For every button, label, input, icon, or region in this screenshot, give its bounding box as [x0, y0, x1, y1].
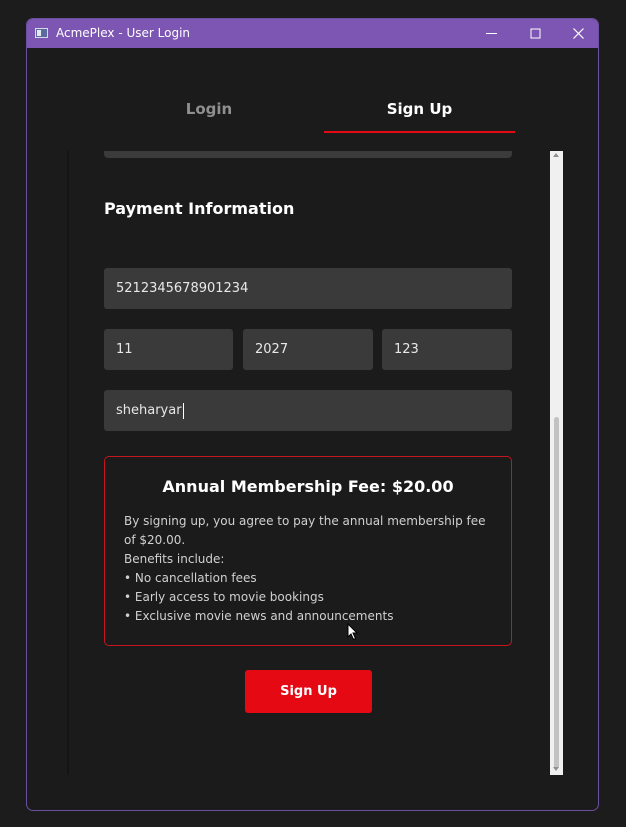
minimize-button[interactable]	[470, 19, 514, 48]
minimize-icon	[486, 33, 497, 34]
fee-description: By signing up, you agree to pay the annu…	[124, 512, 499, 626]
scrollbar-thumb[interactable]	[554, 417, 559, 769]
title-bar[interactable]: AcmePlex - User Login	[27, 19, 598, 48]
fee-title: Annual Membership Fee: $20.00	[162, 477, 454, 496]
fee-line: • Exclusive movie news and announcements	[124, 609, 394, 623]
fee-line: By signing up, you agree to pay the annu…	[124, 514, 486, 547]
expiry-year-field[interactable]: 2027	[243, 329, 373, 370]
window-title: AcmePlex - User Login	[56, 26, 191, 40]
payment-section-title: Payment Information	[104, 199, 295, 218]
membership-fee-box: Annual Membership Fee: $20.00 By signing…	[104, 456, 512, 646]
maximize-button[interactable]	[514, 19, 558, 48]
cardholder-name-value: sheharyar	[116, 403, 182, 418]
tab-bar: Login Sign Up	[27, 87, 598, 133]
previous-field-edge	[104, 151, 512, 158]
fee-line: Benefits include:	[124, 552, 225, 566]
scroll-down-icon[interactable]	[553, 767, 559, 771]
fee-line: • Early access to movie bookings	[124, 590, 324, 604]
cardholder-name-field[interactable]: sheharyar	[104, 390, 512, 431]
card-number-field[interactable]: 5212345678901234	[104, 268, 512, 309]
mouse-cursor-icon	[347, 623, 359, 641]
tab-login[interactable]: Login	[115, 87, 303, 133]
panel-edge	[67, 151, 69, 775]
tab-signup[interactable]: Sign Up	[324, 87, 515, 133]
app-icon	[35, 28, 48, 38]
signup-form-panel: Payment Information 5212345678901234 11 …	[67, 151, 564, 775]
sign-up-button[interactable]: Sign Up	[245, 670, 372, 713]
maximize-icon	[530, 28, 541, 39]
expiry-month-field[interactable]: 11	[104, 329, 233, 370]
cvv-field[interactable]: 123	[382, 329, 512, 370]
close-button[interactable]	[557, 19, 598, 48]
scroll-up-icon[interactable]	[553, 153, 559, 157]
close-icon	[573, 28, 584, 39]
fee-line: • No cancellation fees	[124, 571, 257, 585]
text-caret	[182, 402, 184, 419]
app-window: AcmePlex - User Login Login Sign Up Paym…	[26, 18, 599, 811]
